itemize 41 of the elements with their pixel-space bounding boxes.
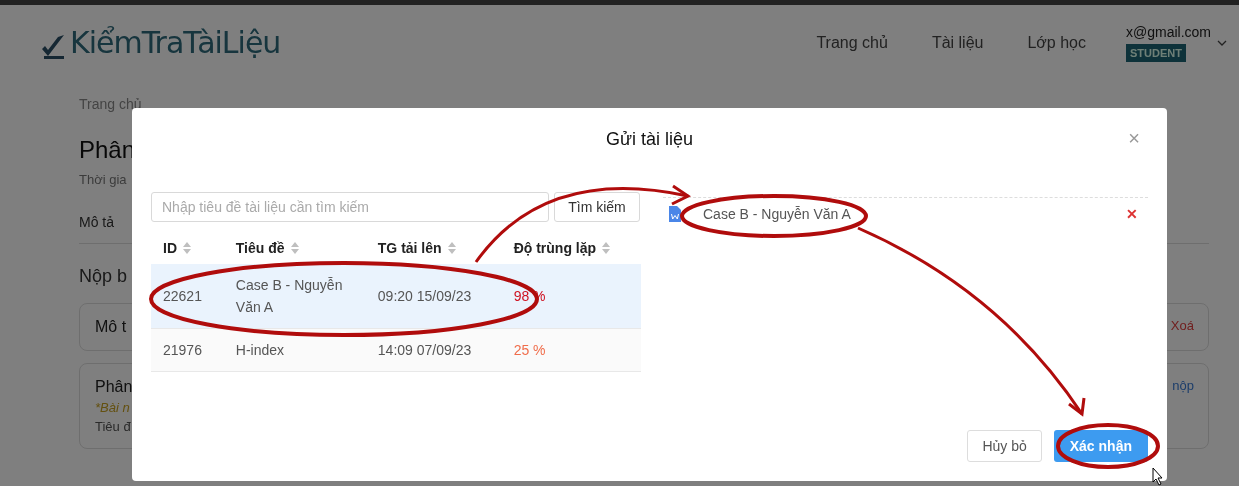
page-subtitle: Thời gia: [79, 172, 127, 187]
cancel-button[interactable]: Hủy bỏ: [967, 430, 1042, 462]
search-field[interactable]: Nhập tiêu đề tài liệu cần tìm kiếm: [151, 192, 549, 222]
search-button[interactable]: Tìm kiếm: [554, 192, 640, 222]
table-cell: 22621: [163, 288, 202, 304]
remove-button[interactable]: ✕: [1126, 206, 1138, 222]
column-header[interactable]: ID: [163, 240, 177, 256]
submit-link[interactable]: nộp: [1172, 378, 1194, 393]
delete-link[interactable]: Xoá: [1170, 318, 1194, 333]
section-title: Nộp b: [79, 266, 128, 287]
similarity-value: 25 %: [513, 342, 546, 358]
dialog-title: Gửi tài liệu: [605, 128, 694, 150]
document-row[interactable]: 21976 H-index 14:09 07/09/23 25 %: [151, 328, 641, 372]
nav-link[interactable]: Lớp học: [1027, 33, 1086, 52]
user-email: x@gmail.com: [1126, 23, 1211, 40]
word-document-icon: [669, 206, 681, 222]
table-cell: 14:09 07/09/23: [377, 342, 472, 358]
sort-icon[interactable]: [602, 242, 611, 254]
card-text: Tiêu đ: [95, 419, 132, 434]
table-cell: Case B - Nguyễn Văn A: [235, 277, 343, 315]
nav-link[interactable]: Trang chủ: [816, 33, 888, 52]
selected-file-name: Case B - Nguyễn Văn A: [703, 206, 851, 222]
description-tab[interactable]: Mô tả: [79, 214, 114, 230]
table-cell: 09:20 15/09/23: [377, 288, 472, 304]
table-cell: 21976: [163, 342, 202, 358]
chevron-down-icon[interactable]: [1217, 39, 1227, 46]
nav-link[interactable]: Tài liệu: [931, 33, 984, 52]
table-cell: H-index: [235, 342, 285, 358]
role-badge: STUDENT: [1126, 43, 1186, 62]
close-button[interactable]: ×: [1124, 127, 1144, 150]
card-title: Phân: [95, 378, 133, 396]
column-header[interactable]: Tiêu đề: [235, 240, 285, 256]
column-header[interactable]: Độ trùng lặp: [513, 240, 597, 256]
site-logo[interactable]: KiểmTraTàiLiệu: [70, 25, 281, 60]
sort-icon[interactable]: [447, 242, 456, 254]
sort-icon[interactable]: [290, 242, 299, 254]
column-header[interactable]: TG tải lên: [377, 240, 442, 256]
confirm-button[interactable]: Xác nhận: [1053, 430, 1148, 462]
sort-icon[interactable]: [183, 242, 191, 254]
card-note: *Bài n: [95, 400, 131, 415]
card-title: Mô t: [95, 318, 127, 336]
